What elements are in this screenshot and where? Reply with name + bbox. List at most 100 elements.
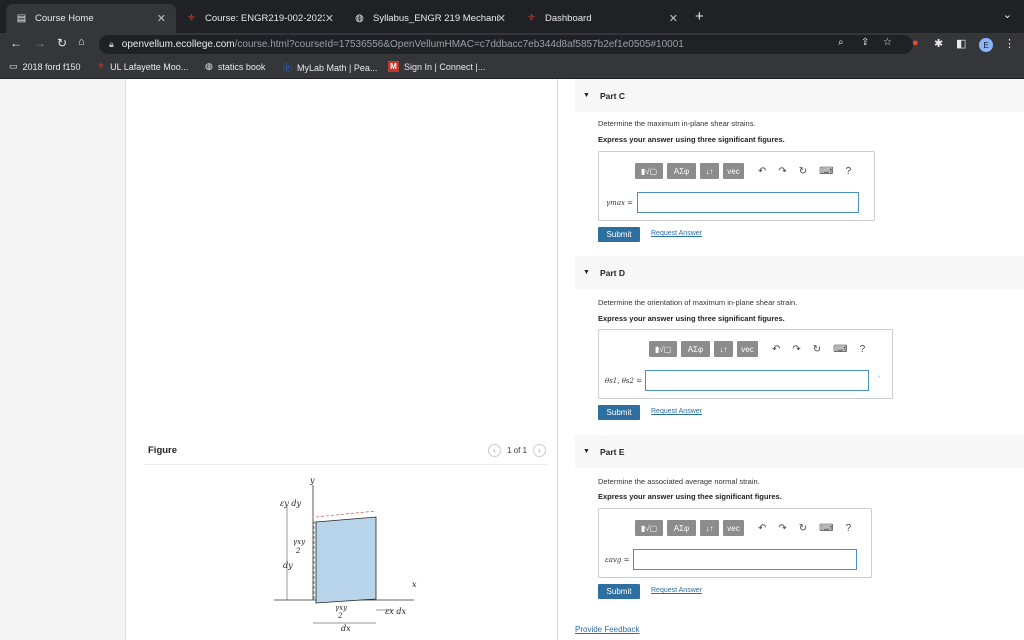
two-top: 2 bbox=[295, 547, 301, 555]
vec-button[interactable]: vec bbox=[737, 341, 758, 357]
home-icon[interactable]: ⌂ bbox=[78, 36, 85, 48]
deformed-element bbox=[315, 516, 377, 604]
forward-icon[interactable]: → bbox=[34, 36, 46, 50]
tab-course-home[interactable]: ▤ Course Home ✕ bbox=[6, 4, 176, 33]
undo-icon[interactable]: ↶ bbox=[758, 523, 766, 534]
exdx-label: εx dx bbox=[385, 607, 406, 616]
bookmark-ford[interactable]: ▭ 2018 ford f150 bbox=[9, 61, 81, 72]
book-icon: ▤ bbox=[16, 13, 27, 24]
figure-panel: Figure ‹ 1 of 1 › y x εy dy γxy 2 dy γxy… bbox=[126, 79, 558, 640]
provide-feedback-link[interactable]: Provide Feedback bbox=[575, 625, 639, 634]
arrows-button[interactable]: ↓↑ bbox=[700, 520, 719, 536]
figure-box: y x εy dy γxy 2 dy γxy 2 dx εx dx bbox=[144, 464, 548, 640]
close-icon[interactable]: ✕ bbox=[157, 12, 166, 25]
vec-button[interactable]: vec bbox=[723, 520, 744, 536]
greek-button[interactable]: ΑΣφ bbox=[667, 520, 696, 536]
redo-icon[interactable]: ↷ bbox=[792, 344, 800, 355]
tab-dashboard[interactable]: ⚜ Dashboard ✕ bbox=[516, 4, 688, 33]
question-text: Determine the orientation of maximum in-… bbox=[598, 298, 798, 307]
templates-button[interactable]: ▮√▢ bbox=[635, 163, 663, 179]
request-answer-link[interactable]: Request Answer bbox=[651, 408, 702, 415]
templates-button[interactable]: ▮√▢ bbox=[649, 341, 677, 357]
close-icon[interactable]: ✕ bbox=[669, 12, 678, 25]
reload-icon[interactable]: ↻ bbox=[57, 36, 67, 50]
globe-icon: ◍ bbox=[355, 13, 364, 24]
fleur-de-lis-icon: ⚜ bbox=[527, 13, 536, 24]
star-icon[interactable]: ☆ bbox=[883, 37, 892, 48]
part-d-header[interactable]: ▼ Part D bbox=[575, 256, 1024, 289]
help-icon[interactable]: ? bbox=[860, 344, 866, 355]
answer-label: εavg = bbox=[605, 556, 630, 564]
dy-label: dy bbox=[283, 561, 293, 570]
extension-icon[interactable]: ● bbox=[912, 37, 919, 49]
undo-icon[interactable]: ↶ bbox=[758, 166, 766, 177]
avatar[interactable]: E bbox=[979, 38, 993, 52]
request-answer-link[interactable]: Request Answer bbox=[651, 230, 702, 237]
degree-unit: ° bbox=[878, 376, 881, 382]
arrows-button[interactable]: ↓↑ bbox=[714, 341, 733, 357]
caret-down-icon: ▼ bbox=[583, 269, 590, 276]
keyboard-icon[interactable]: ⌨ bbox=[833, 344, 847, 355]
vec-button[interactable]: vec bbox=[723, 163, 744, 179]
figure-title: Figure bbox=[148, 445, 178, 456]
folder-icon: ▭ bbox=[9, 61, 18, 71]
address-bar[interactable]: 🔒︎ openvellum.ecollege.com/course.html?c… bbox=[99, 35, 913, 54]
bookmark-label: MyLab Math | Pea... bbox=[297, 62, 378, 73]
chevron-down-icon[interactable]: ⌄ bbox=[1003, 8, 1012, 21]
eydy-label: εy dy bbox=[280, 499, 301, 508]
bookmark-connect[interactable]: M Sign In | Connect |... bbox=[388, 61, 485, 72]
tab-title: Syllabus_ENGR 219 Mechanics bbox=[373, 13, 499, 24]
bookmark-mylab[interactable]: ⓟ MyLab Math | Pea... bbox=[283, 61, 377, 74]
zoom-icon[interactable]: ⌕ bbox=[838, 37, 844, 48]
menu-icon[interactable]: ⋮ bbox=[1004, 37, 1015, 50]
puzzle-icon[interactable]: ✱ bbox=[934, 37, 943, 50]
reset-icon[interactable]: ↻ bbox=[799, 523, 807, 534]
part-c-header[interactable]: ▼ Part C bbox=[575, 79, 1024, 112]
bookmark-moodle[interactable]: ⚜ UL Lafayette Moo... bbox=[97, 61, 188, 72]
request-answer-link[interactable]: Request Answer bbox=[651, 587, 702, 594]
redo-icon[interactable]: ↷ bbox=[778, 166, 786, 177]
back-icon[interactable]: ← bbox=[10, 36, 22, 50]
answer-input[interactable] bbox=[645, 370, 869, 391]
bookmark-statics[interactable]: ◍ statics book bbox=[205, 61, 265, 72]
help-icon[interactable]: ? bbox=[846, 166, 852, 177]
strain-element-diagram: y x εy dy γxy 2 dy γxy 2 dx εx dx bbox=[274, 476, 417, 633]
keyboard-icon[interactable]: ⌨ bbox=[819, 523, 833, 534]
reset-icon[interactable]: ↻ bbox=[813, 344, 821, 355]
undo-icon[interactable]: ↶ bbox=[772, 344, 780, 355]
tab-title: Dashboard bbox=[545, 13, 592, 24]
page-content: Figure ‹ 1 of 1 › y x εy dy γxy 2 dy γxy… bbox=[0, 79, 1024, 640]
help-icon[interactable]: ? bbox=[846, 523, 852, 534]
part-e-header[interactable]: ▼ Part E bbox=[575, 435, 1024, 468]
answer-input[interactable] bbox=[637, 192, 859, 213]
left-gutter bbox=[0, 79, 126, 640]
dashed-top bbox=[315, 510, 377, 518]
close-icon[interactable]: ✕ bbox=[497, 12, 506, 25]
arrows-button[interactable]: ↓↑ bbox=[700, 163, 719, 179]
keyboard-icon[interactable]: ⌨ bbox=[819, 166, 833, 177]
submit-button[interactable]: Submit bbox=[598, 584, 640, 599]
share-icon[interactable]: ⇪ bbox=[861, 37, 869, 48]
tab-syllabus[interactable]: ◍ Syllabus_ENGR 219 Mechanics ✕ bbox=[344, 4, 516, 33]
next-figure-button[interactable]: › bbox=[533, 444, 547, 457]
greek-button[interactable]: ΑΣφ bbox=[667, 163, 696, 179]
sidepanel-icon[interactable]: ◧ bbox=[956, 37, 966, 50]
question-parts: ▼ Part C Determine the maximum in-plane … bbox=[560, 79, 1024, 640]
submit-button[interactable]: Submit bbox=[598, 405, 640, 420]
templates-button[interactable]: ▮√▢ bbox=[635, 520, 663, 536]
greek-button[interactable]: ΑΣφ bbox=[681, 341, 710, 357]
answer-input[interactable] bbox=[633, 549, 857, 570]
close-icon[interactable]: ✕ bbox=[325, 12, 334, 25]
tab-course-engr219[interactable]: ⚜ Course: ENGR219-002-20232 ✕ bbox=[176, 4, 344, 33]
gamma-xy-top: γxy bbox=[293, 538, 306, 546]
submit-button[interactable]: Submit bbox=[598, 227, 640, 242]
answer-box: ▮√▢ ΑΣφ ↓↑ vec ↶ ↷ ↻ ⌨ ? γmax = bbox=[598, 151, 875, 221]
new-tab-icon[interactable]: + bbox=[695, 8, 704, 25]
prev-figure-button[interactable]: ‹ bbox=[488, 444, 501, 457]
answer-box: ▮√▢ ΑΣφ ↓↑ vec ↶ ↷ ↻ ⌨ ? θs1, θs2 = ° bbox=[598, 329, 893, 399]
bookmarks-bar: ▭ 2018 ford f150 ⚜ UL Lafayette Moo... ◍ st… bbox=[0, 56, 1024, 79]
redo-icon[interactable]: ↷ bbox=[778, 523, 786, 534]
reset-icon[interactable]: ↻ bbox=[799, 166, 807, 177]
instruction-text: Express your answer using three signific… bbox=[598, 314, 785, 323]
caret-down-icon: ▼ bbox=[583, 448, 590, 455]
